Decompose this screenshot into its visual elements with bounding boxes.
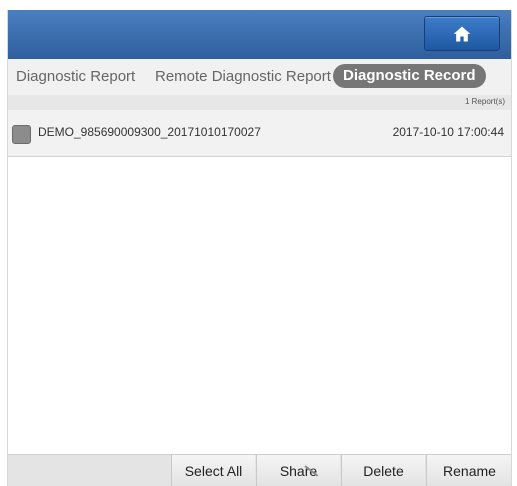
record-time: 2017-10-10 17:00:44 xyxy=(392,125,504,139)
record-list-empty-area xyxy=(8,157,511,454)
record-name: DEMO_985690009300_20171010170027 xyxy=(38,125,261,139)
report-count-bar: 1 Report(s) xyxy=(8,95,511,110)
share-button[interactable]: Share xyxy=(256,455,340,486)
tab-diagnostic-record[interactable]: Diagnostic Record xyxy=(333,64,486,88)
record-row[interactable]: DEMO_985690009300_20171010170027 2017-10… xyxy=(8,110,511,157)
top-bar xyxy=(8,10,511,59)
home-button[interactable] xyxy=(424,16,500,51)
home-icon xyxy=(453,26,471,41)
report-count: 1 Report(s) xyxy=(464,97,505,106)
tab-diagnostic-report[interactable]: Diagnostic Report xyxy=(16,59,135,95)
rename-button[interactable]: Rename xyxy=(426,455,511,486)
tab-bar: Diagnostic Report Remote Diagnostic Repo… xyxy=(8,59,511,96)
tab-remote-diagnostic-report[interactable]: Remote Diagnostic Report xyxy=(155,59,331,95)
record-checkbox[interactable] xyxy=(12,125,31,144)
select-all-button[interactable]: Select All xyxy=(171,455,255,486)
app-window: Diagnostic Report Remote Diagnostic Repo… xyxy=(7,10,512,486)
delete-button[interactable]: Delete xyxy=(341,455,425,486)
action-bar: Select All Share Delete Rename xyxy=(8,454,511,486)
